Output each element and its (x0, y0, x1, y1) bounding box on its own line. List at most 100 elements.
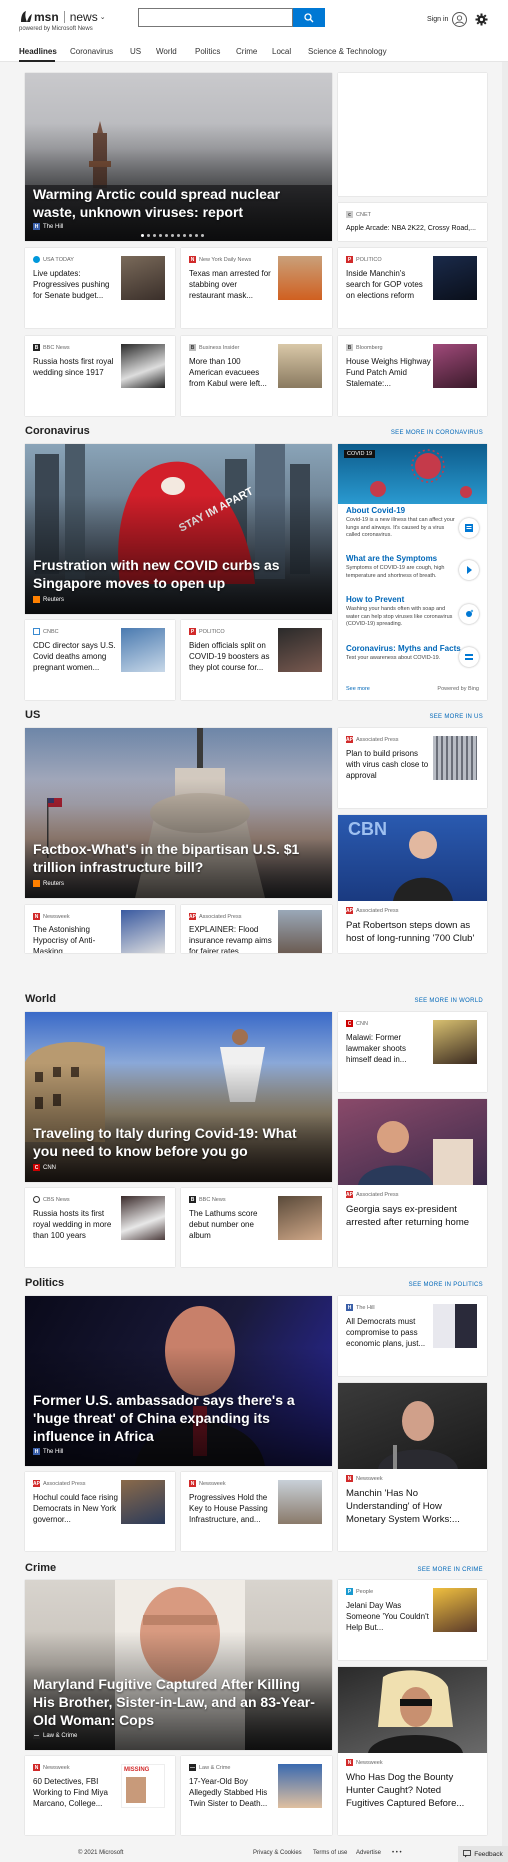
story-title[interactable]: EXPLAINER: Flood insurance revamp aims f… (189, 924, 274, 953)
tab-crime[interactable]: Crime (236, 47, 257, 56)
story-card[interactable]: CBS News Russia hosts its first royal we… (25, 1188, 175, 1267)
see-more-politics-link[interactable]: SEE MORE IN POLITICS (409, 1282, 483, 1288)
story-title[interactable]: Who Has Dog the Bounty Hunter Caught? No… (346, 1771, 481, 1810)
story-title[interactable]: The Astonishing Hypocrisy of Anti-Maskin… (33, 924, 118, 953)
tab-local[interactable]: Local (272, 47, 291, 56)
covid-myths-link[interactable]: Coronavirus: Myths and Facts (346, 644, 461, 653)
story-card[interactable]: AP Associated Press Hochul could face ris… (25, 1472, 175, 1551)
scrollbar[interactable] (502, 62, 508, 1846)
story-title[interactable]: Georgia says ex-president arrested after… (346, 1203, 481, 1229)
story-title[interactable]: 60 Detectives, FBI Working to Find Miya … (33, 1776, 118, 1809)
story-title[interactable]: Progressives Hold the Key to House Passi… (189, 1492, 274, 1525)
hero-headline[interactable]: Former U.S. ambassador says there's a 'h… (33, 1391, 323, 1445)
hero-headline[interactable]: Frustration with new COVID curbs as Sing… (33, 556, 323, 592)
story-title[interactable]: Jelani Day Was Someone 'You Couldn't Hel… (346, 1600, 431, 1633)
story-card[interactable]: B BBC News Russia hosts first royal weddi… (25, 336, 175, 416)
story-title[interactable]: The Lathums score debut number one album (189, 1208, 274, 1241)
symptoms-icon[interactable] (459, 560, 479, 580)
avatar[interactable] (452, 12, 467, 27)
story-title[interactable]: Russia hosts its first royal wedding in … (33, 1208, 118, 1241)
tab-world[interactable]: World (156, 47, 177, 56)
story-card[interactable]: AP Associated Press Georgia says ex-presi… (338, 1099, 487, 1267)
tab-headlines[interactable]: Headlines (19, 47, 57, 56)
carousel-dot[interactable] (147, 234, 150, 237)
story-card[interactable]: N Newsweek Progressives Hold the Key to H… (181, 1472, 332, 1551)
story-card[interactable]: USA TODAY Live updates: Progressives pus… (25, 248, 175, 328)
story-card[interactable]: P POLITICO Biden officials split on COVID… (181, 620, 332, 700)
story-title[interactable]: Hochul could face rising Democrats in Ne… (33, 1492, 118, 1525)
gear-icon[interactable] (475, 13, 488, 26)
carousel-dot[interactable] (165, 234, 168, 237)
story-card[interactable]: N Newsweek Who Has Dog the Bounty Hunter … (338, 1667, 487, 1835)
covid-about-link[interactable]: About Covid-19 (346, 506, 405, 515)
crime-hero-card[interactable]: Maryland Fugitive Captured After Killing… (25, 1580, 332, 1750)
story-title[interactable]: Texas man arrested for stabbing over res… (189, 268, 274, 301)
story-title[interactable]: Russia hosts first royal wedding since 1… (33, 356, 118, 378)
story-title[interactable]: Malawi: Former lawmaker shoots himself d… (346, 1032, 431, 1065)
search-button[interactable] (293, 8, 325, 27)
hero-headline[interactable]: Maryland Fugitive Captured After Killing… (33, 1675, 323, 1729)
info-icon[interactable] (459, 518, 479, 538)
msn-news-logo[interactable]: msn news ⌄ (19, 10, 106, 24)
tab-science-technology[interactable]: Science & Technology (308, 47, 387, 56)
covid-prevent-link[interactable]: How to Prevent (346, 595, 404, 604)
story-title[interactable]: 17-Year-Old Boy Allegedly Stabbed His Tw… (189, 1776, 274, 1809)
see-more-coronavirus-link[interactable]: SEE MORE IN CORONAVIRUS (391, 430, 483, 436)
story-card[interactable]: AP Associated Press EXPLAINER: Flood insu… (181, 905, 332, 953)
carousel-dot[interactable] (171, 234, 174, 237)
carousel-dot[interactable] (153, 234, 156, 237)
coronavirus-hero-card[interactable]: STAY IM APART Frustration with new COVID… (25, 444, 332, 614)
headline-hero-card[interactable]: Warming Arctic could spread nuclear wast… (25, 73, 332, 241)
carousel-dot[interactable] (159, 234, 162, 237)
carousel-dot[interactable] (201, 234, 204, 237)
covid-symptoms-link[interactable]: What are the Symptoms (346, 554, 437, 563)
story-title[interactable]: CDC director says U.S. Covid deaths amon… (33, 640, 118, 673)
story-card[interactable]: B Business Insider More than 100 American… (181, 336, 332, 416)
see-more-crime-link[interactable]: SEE MORE IN CRIME (418, 1567, 483, 1573)
advertise-link[interactable]: Advertise (356, 1850, 381, 1856)
privacy-cookies-link[interactable]: Privacy & Cookies (253, 1850, 302, 1856)
story-card[interactable]: N New York Daily News Texas man arrested … (181, 248, 332, 328)
story-card[interactable]: H The Hill All Democrats must compromise … (338, 1296, 487, 1376)
carousel-dot[interactable] (177, 234, 180, 237)
carousel-dot[interactable] (183, 234, 186, 237)
story-card[interactable]: N Newsweek 60 Detectives, FBI Working to … (25, 1756, 175, 1835)
search-input[interactable] (139, 11, 292, 28)
carousel-dot[interactable] (195, 234, 198, 237)
feedback-button[interactable]: Feedback (458, 1846, 508, 1862)
story-card[interactable]: B BBC News The Lathums score debut number… (181, 1188, 332, 1267)
story-title[interactable]: Apple Arcade: NBA 2K22, Crossy Road,... (346, 223, 481, 234)
story-card[interactable]: c CNET Apple Arcade: NBA 2K22, Crossy Roa… (338, 203, 487, 241)
story-card[interactable]: N Newsweek The Astonishing Hypocrisy of A… (25, 905, 175, 953)
story-title[interactable]: Live updates: Progressives pushing for S… (33, 268, 118, 301)
sign-in-link[interactable]: Sign in (427, 16, 448, 23)
story-card[interactable]: P People Jelani Day Was Someone 'You Coul… (338, 1580, 487, 1660)
story-title[interactable]: Biden officials split on COVID-19 booste… (189, 640, 274, 673)
story-title[interactable]: Inside Manchin's search for GOP votes on… (346, 268, 431, 301)
world-hero-card[interactable]: Traveling to Italy during Covid-19: What… (25, 1012, 332, 1182)
chevron-down-icon[interactable]: ⌄ (100, 13, 106, 21)
hero-headline[interactable]: Factbox-What's in the bipartisan U.S. $1… (33, 840, 323, 876)
carousel-dot[interactable] (141, 234, 144, 237)
see-more-us-link[interactable]: SEE MORE IN US (429, 714, 483, 720)
story-title[interactable]: House Weighs Highway Fund Patch Amid Sta… (346, 356, 431, 389)
carousel-dot[interactable] (189, 234, 192, 237)
covid-see-more-link[interactable]: See more (346, 686, 370, 692)
see-more-world-link[interactable]: SEE MORE IN WORLD (415, 998, 483, 1004)
story-title[interactable]: Pat Robertson steps down as host of long… (346, 919, 481, 945)
tab-coronavirus[interactable]: Coronavirus (70, 47, 113, 56)
hero-headline[interactable]: Warming Arctic could spread nuclear wast… (33, 185, 323, 221)
story-card[interactable]: N Newsweek Manchin 'Has No Understanding'… (338, 1383, 487, 1551)
us-hero-card[interactable]: Factbox-What's in the bipartisan U.S. $1… (25, 728, 332, 898)
story-card[interactable]: P POLITICO Inside Manchin's search for GO… (338, 248, 487, 328)
story-title[interactable]: Manchin 'Has No Understanding' of How Mo… (346, 1487, 481, 1526)
tab-us[interactable]: US (130, 47, 141, 56)
tab-politics[interactable]: Politics (195, 47, 220, 56)
story-title[interactable]: All Democrats must compromise to pass ec… (346, 1316, 431, 1349)
politics-hero-card[interactable]: Former U.S. ambassador says there's a 'h… (25, 1296, 332, 1466)
more-options-icon[interactable]: • • • (392, 1850, 402, 1856)
handwash-icon[interactable] (459, 604, 479, 624)
story-card[interactable]: AP Associated Press Plan to build prisons… (338, 728, 487, 808)
story-title[interactable]: More than 100 American evacuees from Kab… (189, 356, 274, 389)
myths-facts-icon[interactable] (459, 647, 479, 667)
